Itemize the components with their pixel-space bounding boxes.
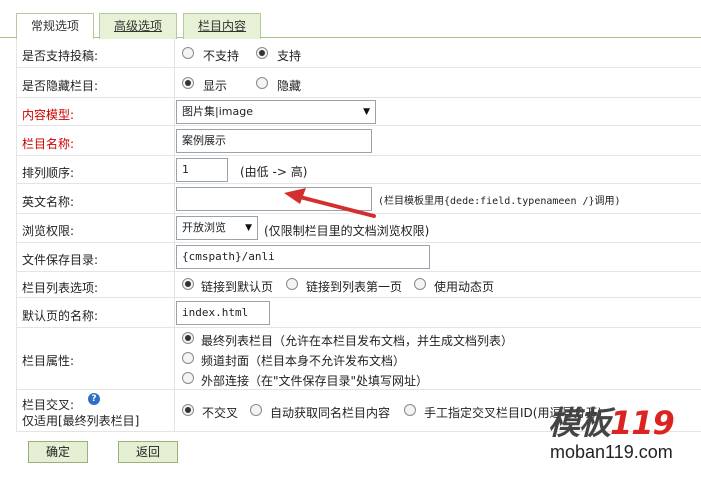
- tab-advanced-label: 高级选项: [113, 19, 162, 33]
- radio-default-page[interactable]: [182, 278, 194, 290]
- radio-external-link-label: 外部连接（在"文件保存目录"处填写网址）: [201, 374, 429, 388]
- submit-label: 是否支持投稿:: [22, 49, 99, 63]
- radio-dynamic-page-label: 使用动态页: [434, 280, 495, 294]
- tab-content-label: 栏目内容: [197, 19, 246, 33]
- radio-first-list-page[interactable]: [286, 278, 298, 290]
- radio-auto-cross-label: 自动获取同名栏目内容: [270, 406, 391, 420]
- row-name: 栏目名称: 案例展示: [16, 126, 701, 156]
- tab-general[interactable]: 常规选项: [16, 13, 94, 39]
- watermark-url: moban119.com: [550, 442, 673, 462]
- dropdown-arrow-icon: ▼: [245, 223, 252, 233]
- cross-sub-label: 仅适用[最终列表栏目]: [22, 414, 140, 428]
- row-model: 内容模型: 图片集|image ▼: [16, 98, 701, 126]
- default-page-input[interactable]: index.html: [176, 301, 270, 325]
- radio-support-label: 支持: [277, 49, 302, 63]
- watermark-mark: 模板119: [548, 398, 675, 444]
- row-submit: 是否支持投稿: 不支持 支持: [16, 39, 701, 68]
- radio-channel-cover[interactable]: [182, 352, 194, 364]
- attr-label: 栏目属性:: [22, 354, 75, 368]
- hide-label: 是否隐藏栏目:: [22, 79, 99, 93]
- row-hide: 是否隐藏栏目: 显示 隐藏: [16, 68, 701, 98]
- defpage-label: 默认页的名称:: [22, 309, 99, 323]
- back-button[interactable]: 返回: [118, 441, 178, 463]
- radio-no-cross-label: 不交叉: [202, 406, 239, 420]
- radio-manual-cross[interactable]: [404, 404, 416, 416]
- tab-bar: 常规选项 高级选项 栏目内容: [0, 0, 701, 39]
- perm-hint: (仅限制栏目里的文档浏览权限): [264, 224, 430, 238]
- ename-label: 英文名称:: [22, 195, 75, 209]
- radio-channel-cover-label: 频道封面（栏目本身不允许发布文档）: [201, 354, 406, 368]
- dir-label: 文件保存目录:: [22, 253, 99, 267]
- row-attr: 栏目属性: 最终列表栏目（允许在本栏目发布文档，并生成文档列表） 频道封面（栏目…: [16, 328, 701, 390]
- tab-general-label: 常规选项: [30, 19, 79, 33]
- sort-order-input[interactable]: 1: [176, 158, 228, 182]
- radio-not-support-label: 不支持: [203, 49, 240, 63]
- save-dir-input[interactable]: {cmspath}/anli: [176, 245, 430, 269]
- cross-label: 栏目交叉:: [22, 398, 75, 412]
- listopt-label: 栏目列表选项:: [22, 281, 99, 295]
- perm-label: 浏览权限:: [22, 224, 75, 238]
- order-label: 排列顺序:: [22, 166, 75, 180]
- browse-permission-select[interactable]: 开放浏览 ▼: [176, 216, 258, 240]
- order-hint: (由低 -> 高): [240, 165, 308, 179]
- model-label: 内容模型:: [22, 108, 75, 122]
- ename-hint-text: (栏目模板里用{dede:field.typenameen /}调用): [378, 196, 621, 207]
- radio-final-list-label: 最终列表栏目（允许在本栏目发布文档，并生成文档列表）: [201, 334, 514, 348]
- radio-no-cross[interactable]: [182, 404, 194, 416]
- tab-content[interactable]: 栏目内容: [183, 13, 261, 39]
- content-model-select[interactable]: 图片集|image ▼: [176, 100, 376, 124]
- radio-support[interactable]: [256, 47, 268, 59]
- radio-show-label: 显示: [203, 79, 228, 93]
- row-order: 排列顺序: 1 (由低 -> 高): [16, 156, 701, 184]
- radio-hidden[interactable]: [256, 77, 268, 89]
- tab-advanced[interactable]: 高级选项: [99, 13, 177, 39]
- watermark-logo: 模板119 moban119.com: [548, 398, 698, 468]
- radio-not-support[interactable]: [182, 47, 194, 59]
- ename-hint: (栏目模板里用{dede:field.typenameen /}调用): [378, 192, 621, 207]
- radio-dynamic-page[interactable]: [414, 278, 426, 290]
- category-name-input[interactable]: 案例展示: [176, 129, 372, 153]
- row-defpage: 默认页的名称: index.html: [16, 298, 701, 328]
- radio-first-list-page-label: 链接到列表第一页: [306, 280, 403, 294]
- watermark-num: 119: [610, 404, 675, 442]
- radio-auto-cross[interactable]: [250, 404, 262, 416]
- radio-final-list[interactable]: [182, 332, 194, 344]
- radio-show[interactable]: [182, 77, 194, 89]
- row-dir: 文件保存目录: {cmspath}/anli: [16, 243, 701, 272]
- row-listopt: 栏目列表选项: 链接到默认页 链接到列表第一页 使用动态页: [16, 272, 701, 298]
- radio-default-page-label: 链接到默认页: [201, 280, 274, 294]
- content-model-value: 图片集|image: [182, 105, 253, 118]
- radio-hidden-label: 隐藏: [277, 79, 302, 93]
- annotation-arrow-icon: [284, 188, 376, 218]
- help-icon[interactable]: ?: [88, 393, 100, 405]
- name-label: 栏目名称:: [22, 137, 75, 151]
- browse-permission-value: 开放浏览: [182, 221, 226, 234]
- watermark-cn: 模板: [548, 404, 611, 442]
- radio-external-link[interactable]: [182, 372, 194, 384]
- ok-button[interactable]: 确定: [28, 441, 88, 463]
- dropdown-arrow-icon: ▼: [363, 107, 370, 117]
